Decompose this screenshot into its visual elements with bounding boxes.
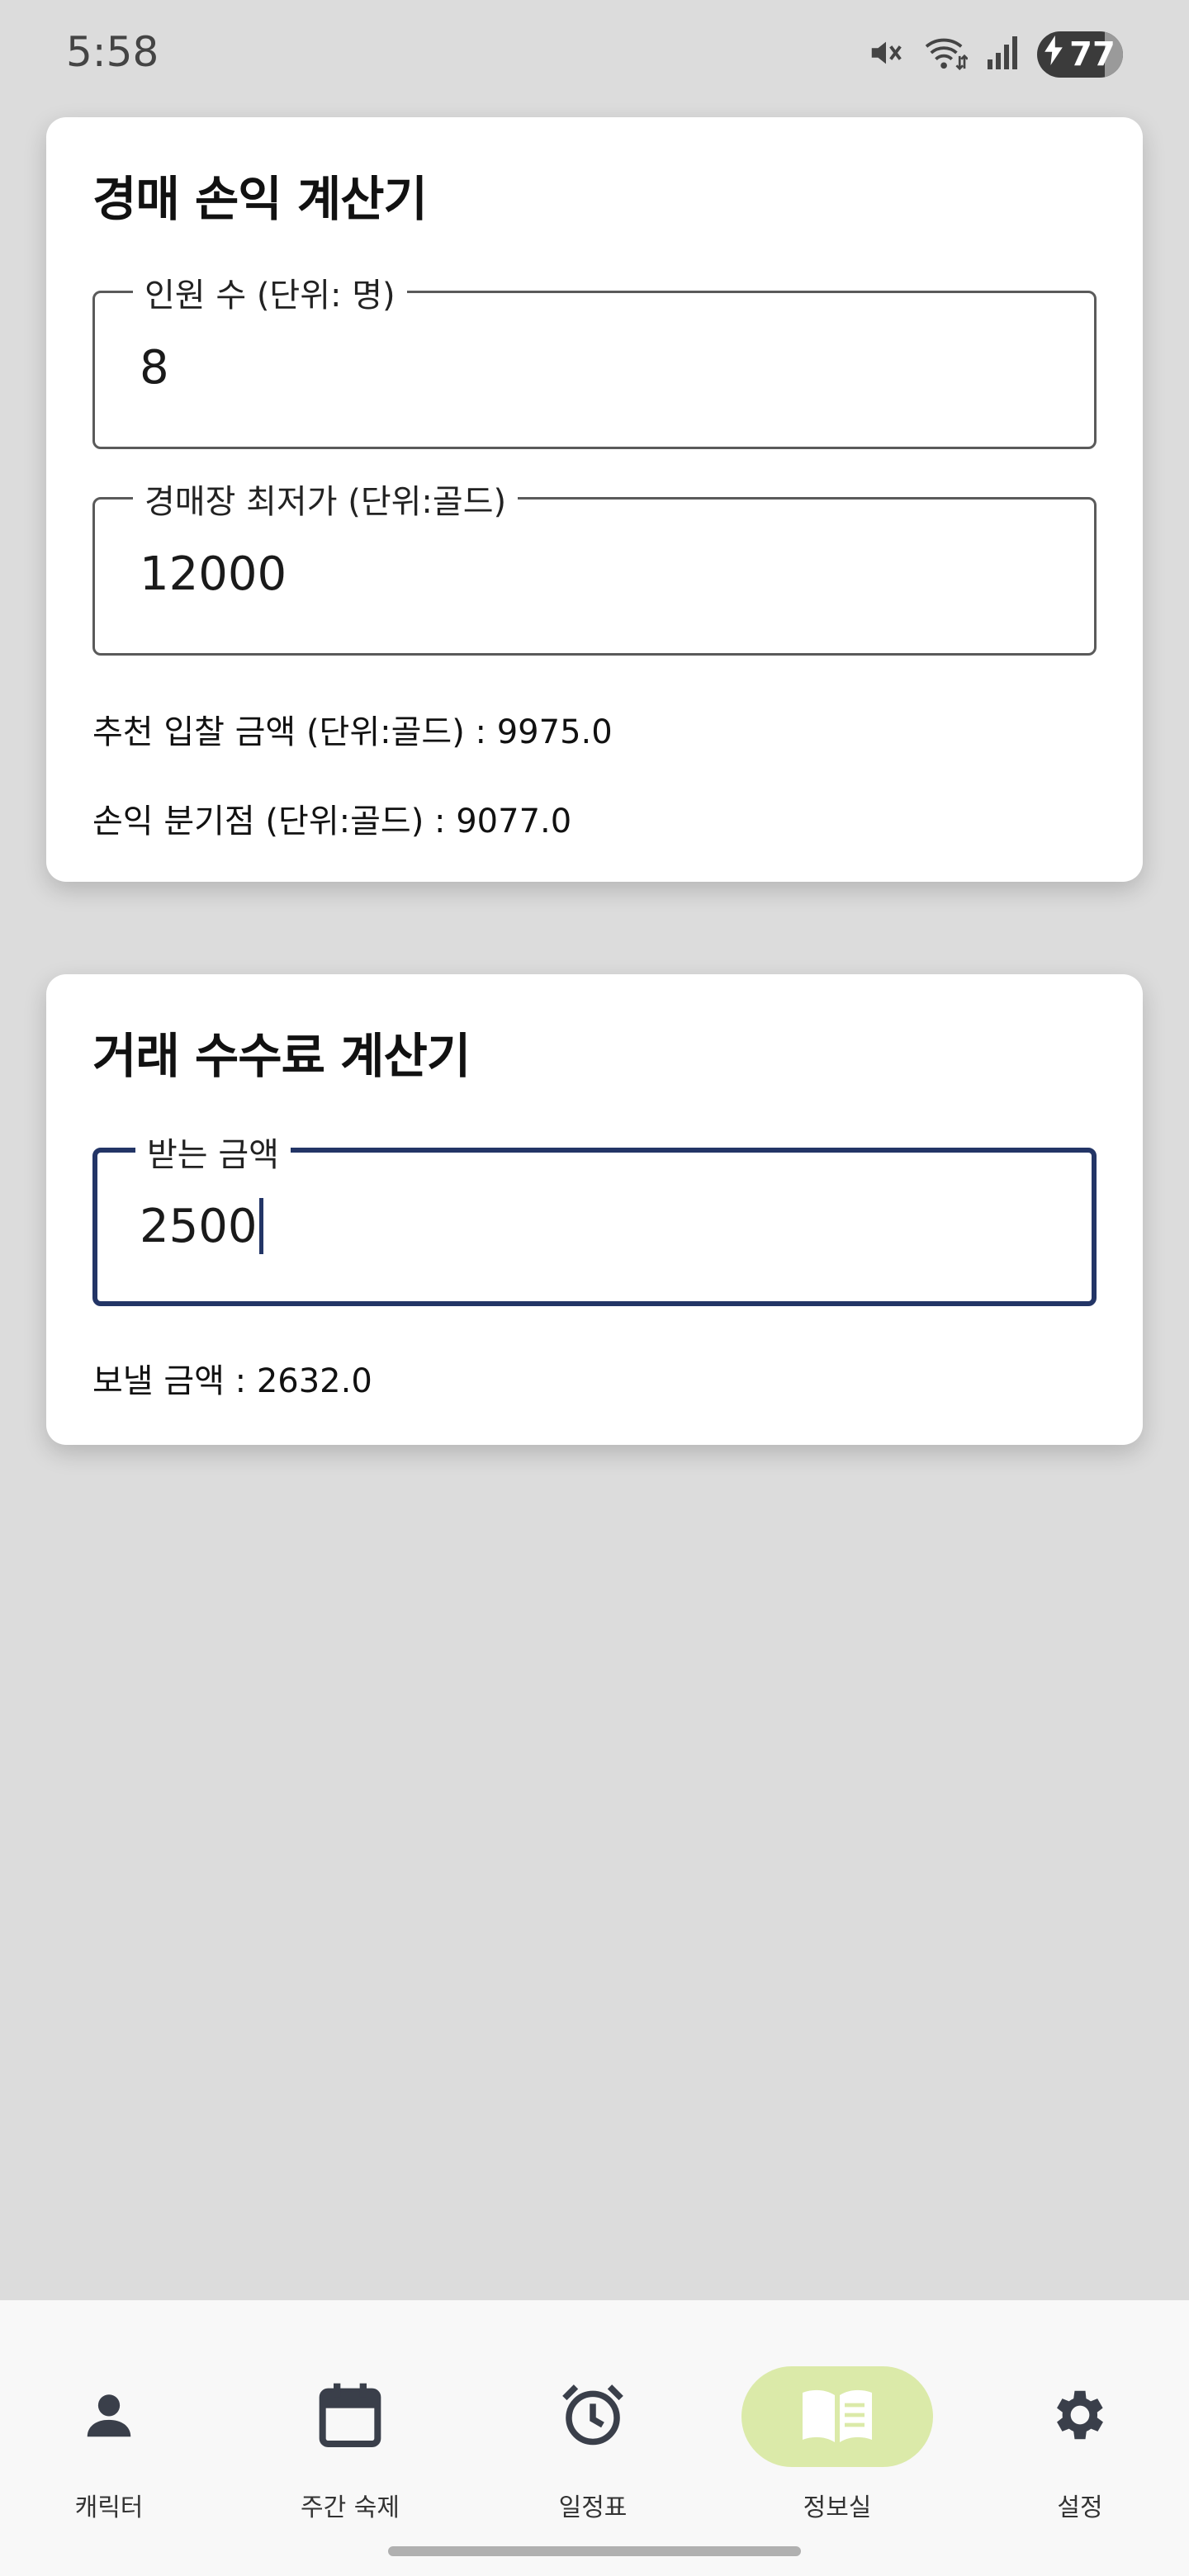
min-price-label: 경매장 최저가 (단위:골드) (133, 475, 519, 523)
receive-amount-input[interactable]: 2500 (140, 1198, 263, 1254)
nav-item-character[interactable]: 캐릭터 (2, 2333, 216, 2531)
receive-amount-field[interactable]: 받는 금액 2500 (92, 1128, 1097, 1306)
person-icon (80, 2386, 138, 2447)
nav-label-weekly: 주간 숙제 (301, 2493, 400, 2522)
nav-item-weekly[interactable]: 주간 숙제 (243, 2333, 457, 2531)
bottom-navigation: 캐릭터 주간 숙제 일정표 정보실 설정 (0, 2300, 1189, 2576)
alarm-clock-icon (559, 2381, 627, 2452)
nav-label-settings: 설정 (1057, 2493, 1103, 2522)
status-bar: 5:58 77 (0, 0, 1189, 107)
receive-amount-value: 2500 (140, 1199, 258, 1253)
nav-item-info[interactable]: 정보실 (730, 2333, 945, 2531)
nav-label-info: 정보실 (803, 2493, 872, 2522)
nav-label-schedule: 일정표 (558, 2493, 628, 2522)
mute-icon (867, 34, 905, 75)
nav-item-schedule[interactable]: 일정표 (486, 2333, 700, 2531)
signal-icon (986, 35, 1019, 74)
people-count-field[interactable]: 인원 수 (단위: 명) 8 (92, 268, 1097, 449)
battery-level: 77 (1069, 36, 1116, 73)
gear-icon (1048, 2383, 1112, 2451)
fee-calculator-title: 거래 수수료 계산기 (92, 1028, 471, 1084)
min-price-input[interactable]: 12000 (140, 547, 287, 601)
auction-calculator-card: 경매 손익 계산기 인원 수 (단위: 명) 8 경매장 최저가 (단위:골드)… (46, 117, 1143, 882)
send-amount-text: 보낼 금액 : 2632.0 (92, 1362, 372, 1400)
bolt-icon (1045, 36, 1063, 73)
home-indicator[interactable] (388, 2546, 801, 2556)
receive-amount-label: 받는 금액 (135, 1128, 291, 1176)
active-indicator (741, 2366, 933, 2467)
calendar-icon (317, 2380, 383, 2453)
text-caret (258, 1198, 263, 1254)
people-count-input[interactable]: 8 (140, 341, 169, 395)
people-count-label: 인원 수 (단위: 명) (133, 268, 407, 316)
battery-indicator: 77 (1037, 31, 1123, 78)
break-even-text: 손익 분기점 (단위:골드) : 9077.0 (92, 803, 572, 841)
book-icon (800, 2385, 874, 2448)
status-icons: 77 (867, 31, 1123, 78)
fee-calculator-card: 거래 수수료 계산기 받는 금액 2500 보낼 금액 : 2632.0 (46, 974, 1143, 1445)
nav-label-character: 캐릭터 (74, 2493, 144, 2522)
recommended-bid-text: 추천 입찰 금액 (단위:골드) : 9975.0 (92, 713, 613, 751)
min-price-field[interactable]: 경매장 최저가 (단위:골드) 12000 (92, 475, 1097, 656)
status-time: 5:58 (66, 28, 159, 76)
auction-calculator-title: 경매 손익 계산기 (92, 171, 428, 227)
wifi-icon (923, 34, 969, 75)
nav-item-settings[interactable]: 설정 (973, 2333, 1187, 2531)
